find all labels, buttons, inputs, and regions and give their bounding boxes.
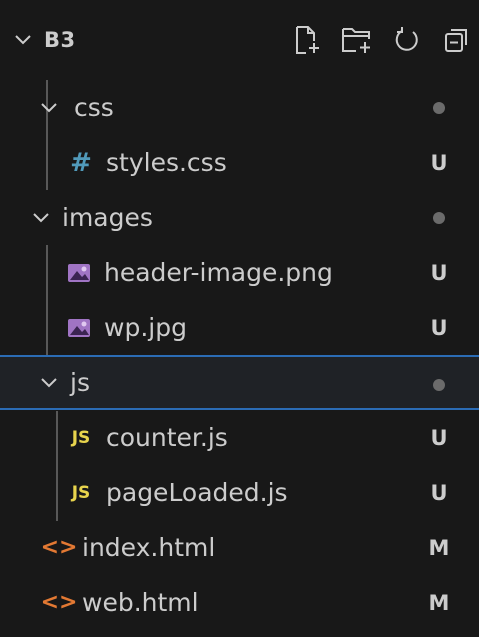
dot-icon xyxy=(433,211,445,224)
tree-item-label: index.html xyxy=(82,533,216,562)
html-file-icon: <> xyxy=(40,535,78,560)
tree-item-label: js xyxy=(70,368,90,397)
dot-icon xyxy=(433,101,445,114)
tree-file-pageloaded-js[interactable]: JS pageLoaded.js U xyxy=(0,465,479,520)
tree-item-label: styles.css xyxy=(106,148,227,177)
tree-folder-js[interactable]: js xyxy=(0,355,479,410)
tree-folder-images[interactable]: images xyxy=(0,190,479,245)
git-status-badge: U xyxy=(430,260,448,285)
new-folder-icon[interactable] xyxy=(339,22,375,58)
modified-dot-indicator xyxy=(429,80,449,135)
explorer-header[interactable]: B3 xyxy=(0,0,479,80)
modified-dot-indicator xyxy=(429,190,449,245)
tree-item-label: web.html xyxy=(82,588,199,617)
git-status-badge: U xyxy=(430,480,448,505)
collapse-all-icon[interactable] xyxy=(439,22,475,58)
chevron-down-icon[interactable] xyxy=(12,29,34,51)
file-explorer: B3 css # styles.css U images header-imag… xyxy=(0,0,491,637)
file-tree: css # styles.css U images header-image.p… xyxy=(0,80,479,630)
tree-item-label: wp.jpg xyxy=(104,313,187,342)
git-status-badge: U xyxy=(430,150,448,175)
tree-file-index-html[interactable]: <> index.html M xyxy=(0,520,479,575)
js-file-icon: JS xyxy=(71,482,91,503)
tree-file-styles-css[interactable]: # styles.css U xyxy=(0,135,479,190)
tree-folder-css[interactable]: css xyxy=(0,80,479,135)
tree-file-web-html[interactable]: <> web.html M xyxy=(0,575,479,630)
git-status-badge: M xyxy=(428,590,450,615)
chevron-down-icon xyxy=(38,372,60,394)
css-file-icon: # xyxy=(70,147,92,178)
tree-file-wp-jpg[interactable]: wp.jpg U xyxy=(0,300,479,355)
git-status-badge: U xyxy=(430,425,448,450)
tree-item-label: pageLoaded.js xyxy=(106,478,288,507)
tree-file-header-image[interactable]: header-image.png U xyxy=(0,245,479,300)
html-file-icon: <> xyxy=(40,590,78,615)
modified-dot-indicator xyxy=(429,357,449,412)
chevron-down-icon xyxy=(30,207,52,229)
workspace-folder-name: B3 xyxy=(44,28,76,52)
image-file-icon xyxy=(66,263,92,283)
git-status-badge: U xyxy=(430,315,448,340)
tree-item-label: header-image.png xyxy=(104,258,333,287)
tree-item-label: css xyxy=(74,93,114,122)
git-status-badge: M xyxy=(428,535,450,560)
tree-item-label: counter.js xyxy=(106,423,228,452)
chevron-down-icon xyxy=(38,97,60,119)
image-file-icon xyxy=(66,318,92,338)
explorer-actions xyxy=(289,22,475,58)
dot-icon xyxy=(433,378,445,391)
refresh-icon[interactable] xyxy=(389,22,425,58)
tree-file-counter-js[interactable]: JS counter.js U xyxy=(0,410,479,465)
tree-item-label: images xyxy=(62,203,153,232)
js-file-icon: JS xyxy=(71,427,91,448)
new-file-icon[interactable] xyxy=(289,22,325,58)
